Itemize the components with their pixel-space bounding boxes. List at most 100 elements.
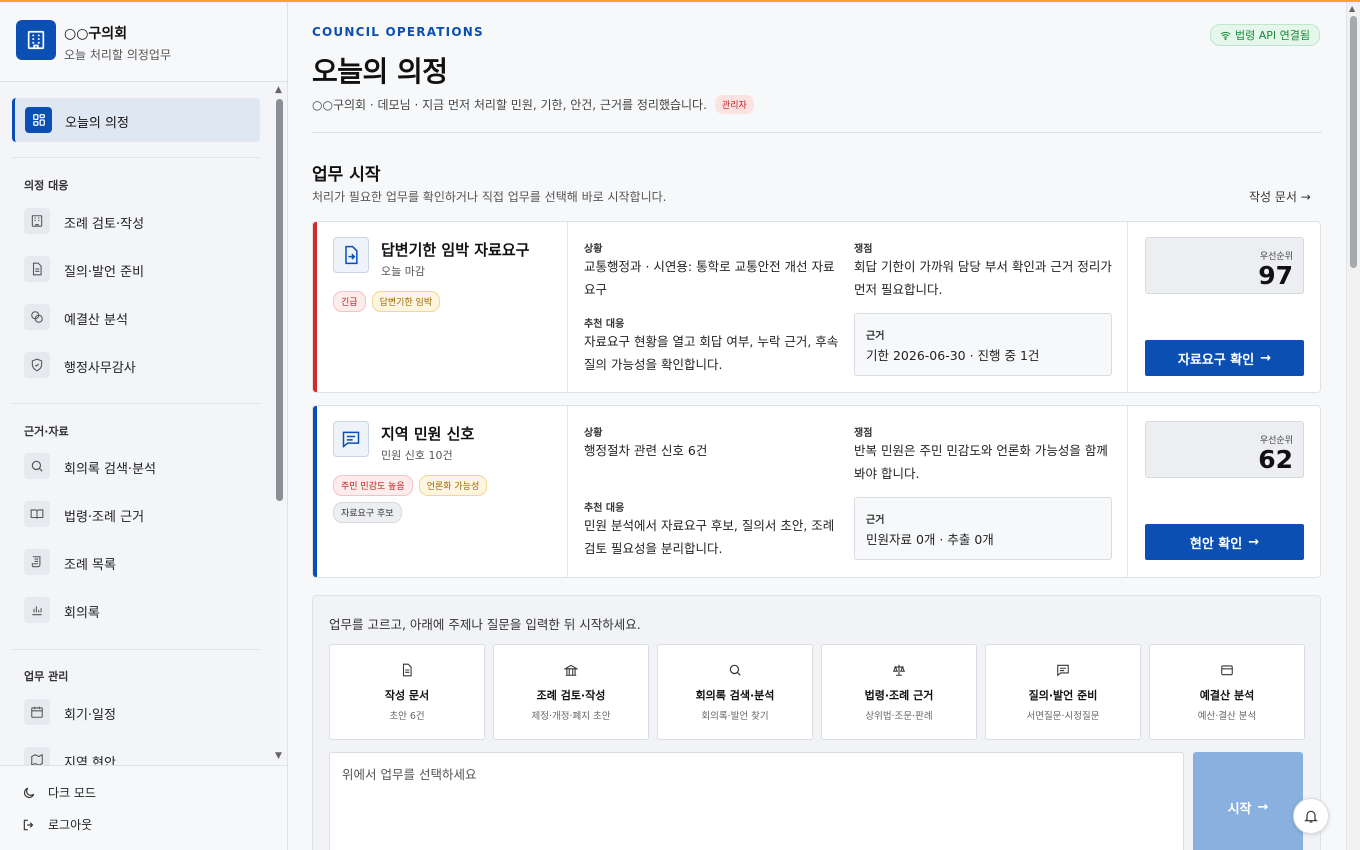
brand[interactable]: ○○구의회 오늘 처리할 의정업무 — [0, 2, 287, 82]
building-icon — [24, 208, 50, 234]
arrow-right-icon: → — [1248, 534, 1260, 550]
moon-icon — [24, 787, 35, 798]
sidebar-item-label: 오늘의 의정 — [65, 116, 129, 131]
tag: 긴급 — [333, 291, 366, 312]
sidebar-item-minutes-search[interactable]: 회의록 검색·분석 — [12, 446, 260, 486]
scroll-up-icon[interactable]: ▲ — [1349, 4, 1355, 13]
role-badge: 관리자 — [714, 95, 754, 114]
section-title: 업무 시작 — [312, 165, 381, 185]
logout-button[interactable]: 로그아웃 — [22, 816, 92, 833]
card-actions: 우선순위 97 자료요구 확인 → — [1128, 222, 1320, 392]
book-icon — [24, 501, 50, 527]
sidebar-item-today[interactable]: 오늘의 의정 — [12, 98, 260, 142]
divider — [312, 132, 1322, 133]
sidebar-nav: 오늘의 의정 의정 대응 조례 검토·작성 질의·발언 준비 예결산 분석 행정… — [0, 83, 272, 765]
card-details: 상황 행정절차 관련 신호 6건 추천 대응 민원 분석에서 자료요구 후보, … — [568, 406, 1128, 577]
sidebar-item-audit[interactable]: 행정사무감사 — [12, 345, 260, 385]
tile-subtitle: 제정·개정·폐지 초안 — [531, 711, 611, 722]
check-issue-button[interactable]: 현안 확인 → — [1145, 524, 1304, 560]
tile-written-docs[interactable]: 작성 문서 초안 6건 — [329, 644, 485, 740]
page-subtitle: ○○구의회 · 데모님 · 지금 먼저 처리할 민원, 기한, 안건, 근거를 … — [312, 98, 707, 112]
scale-icon — [822, 663, 976, 677]
sidebar-item-label: 조례 목록 — [64, 558, 116, 573]
start-label: 시작 — [1227, 801, 1252, 817]
tile-subtitle: 회의록·발언 찾기 — [701, 711, 769, 722]
tile-budget-analysis[interactable]: 예결산 분석 예산·결산 분석 — [1149, 644, 1305, 740]
notification-bell-button[interactable] — [1293, 798, 1329, 834]
coins-icon — [24, 304, 50, 330]
written-docs-link[interactable]: 작성 문서 → — [1249, 188, 1311, 205]
page-title: 오늘의 의정 — [312, 55, 448, 88]
dark-mode-label: 다크 모드 — [48, 786, 96, 800]
shield-icon — [24, 352, 50, 378]
card-subtitle: 민원 신호 10건 — [381, 449, 453, 462]
action-text: 자료요구 현황을 열고 회답 여부, 누락 근거, 후속 질의 가능성을 확인합… — [584, 334, 839, 372]
card-summary: 지역 민원 신호 민원 신호 10건 주민 민감도 높음 언론화 가능성 자료요… — [317, 406, 568, 577]
tile-subtitle: 초안 6건 — [389, 711, 425, 722]
tile-minutes-search[interactable]: 회의록 검색·분석 회의록·발언 찾기 — [657, 644, 813, 740]
start-button[interactable]: 시작 → — [1193, 752, 1303, 850]
nav-group-heading: 업무 관리 — [24, 670, 69, 683]
evidence-box: 근거 민원자료 0개 · 추출 0개 — [854, 497, 1112, 560]
tile-subtitle: 상위법·조문·판례 — [865, 711, 933, 722]
dark-mode-toggle[interactable]: 다크 모드 — [22, 784, 96, 801]
evidence-label: 근거 — [866, 515, 885, 526]
tile-law-basis[interactable]: 법령·조례 근거 상위법·조문·판례 — [821, 644, 977, 740]
task-input[interactable] — [329, 752, 1184, 850]
card-title: 답변기한 임박 자료요구 — [381, 241, 530, 259]
logout-icon — [23, 819, 34, 830]
priority-score: 97 — [1258, 261, 1293, 290]
tile-title: 질의·발언 준비 — [1028, 689, 1098, 702]
divider — [12, 157, 260, 158]
scroll-up-icon[interactable]: ▲ — [275, 85, 282, 95]
building-icon — [16, 20, 56, 60]
issue-text: 반복 민원은 주민 민감도와 언론화 가능성을 함께 봐야 합니다. — [854, 443, 1108, 481]
sidebar-item-label: 행정사무감사 — [64, 361, 136, 376]
tile-title: 법령·조례 근거 — [864, 689, 934, 702]
file-import-icon — [333, 237, 369, 273]
sidebar-item-schedule[interactable]: 회기·일정 — [12, 692, 260, 732]
wifi-icon — [1220, 31, 1231, 40]
sidebar-item-label: 예결산 분석 — [64, 313, 128, 328]
page-subtitle-row: ○○구의회 · 데모님 · 지금 먼저 처리할 민원, 기한, 안건, 근거를 … — [312, 95, 754, 114]
sidebar-item-local-issues[interactable]: 지역 현안 — [12, 740, 260, 765]
divider — [12, 649, 260, 650]
tile-subtitle: 서면질문·시정질문 — [1026, 711, 1100, 722]
brand-name: ○○구의회 — [64, 26, 128, 42]
map-icon — [24, 747, 50, 765]
evidence-label: 근거 — [866, 331, 885, 342]
message-icon — [986, 663, 1140, 677]
sidebar-item-ordinance-review[interactable]: 조례 검토·작성 — [12, 201, 260, 241]
tile-ordinance-review[interactable]: 조례 검토·작성 제정·개정·폐지 초안 — [493, 644, 649, 740]
situation-label: 상황 — [584, 244, 603, 255]
sidebar-item-question-prep[interactable]: 질의·발언 준비 — [12, 249, 260, 289]
issue-label: 쟁점 — [854, 244, 873, 255]
sidebar-item-law-basis[interactable]: 법령·조례 근거 — [12, 494, 260, 534]
sidebar-item-minutes[interactable]: 회의록 — [12, 590, 260, 630]
bell-icon — [1304, 810, 1318, 823]
page-scroll-thumb[interactable] — [1350, 16, 1357, 268]
check-request-button[interactable]: 자료요구 확인 → — [1145, 340, 1304, 376]
card-details: 상황 교통행정과 · 시연용: 통학로 교통안전 개선 자료요구 추천 대응 자… — [568, 222, 1128, 392]
sidebar-item-ordinance-list[interactable]: 조례 목록 — [12, 542, 260, 582]
sidebar-scroll-thumb[interactable] — [276, 99, 283, 501]
calendar-icon — [24, 699, 50, 725]
sidebar-item-budget-analysis[interactable]: 예결산 분석 — [12, 297, 260, 337]
sidebar-item-label: 회의록 — [64, 606, 100, 621]
tag: 자료요구 후보 — [333, 502, 402, 523]
building-icon — [494, 663, 648, 677]
scroll-down-icon[interactable]: ▼ — [275, 751, 282, 761]
evidence-box: 근거 기한 2026-06-30 · 진행 중 1건 — [854, 313, 1112, 376]
tile-title: 작성 문서 — [384, 689, 430, 702]
tile-question-prep[interactable]: 질의·발언 준비 서면질문·시정질문 — [985, 644, 1141, 740]
api-status-badge: 법령 API 연결됨 — [1210, 24, 1320, 46]
page-scrollbar[interactable]: ▲ — [1346, 2, 1360, 850]
api-status-label: 법령 API 연결됨 — [1235, 29, 1310, 42]
action-label: 추천 대응 — [584, 319, 625, 330]
document-icon — [330, 663, 484, 677]
card-tags: 주민 민감도 높음 언론화 가능성 자료요구 후보 — [333, 475, 558, 523]
card-subtitle: 오늘 마감 — [381, 265, 425, 278]
priority-box: 우선순위 97 — [1145, 237, 1304, 294]
card-summary: 답변기한 임박 자료요구 오늘 마감 긴급 답변기한 임박 — [317, 222, 568, 392]
bar-chart-icon — [24, 597, 50, 623]
